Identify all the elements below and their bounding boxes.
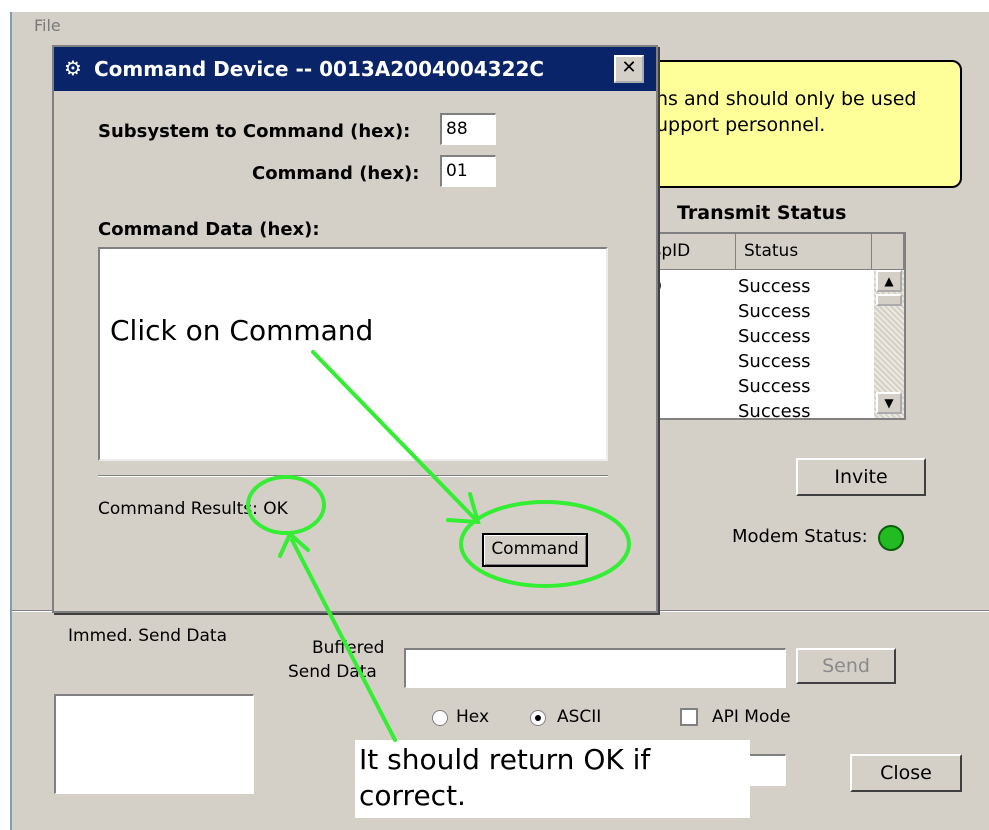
annotation-circle-ok <box>246 475 326 535</box>
annotation-circle-command <box>459 500 631 588</box>
annotation-arrow-to-ok <box>290 538 397 742</box>
annotation-overlay <box>246 350 631 742</box>
annotation-arrow-to-command <box>311 350 478 522</box>
